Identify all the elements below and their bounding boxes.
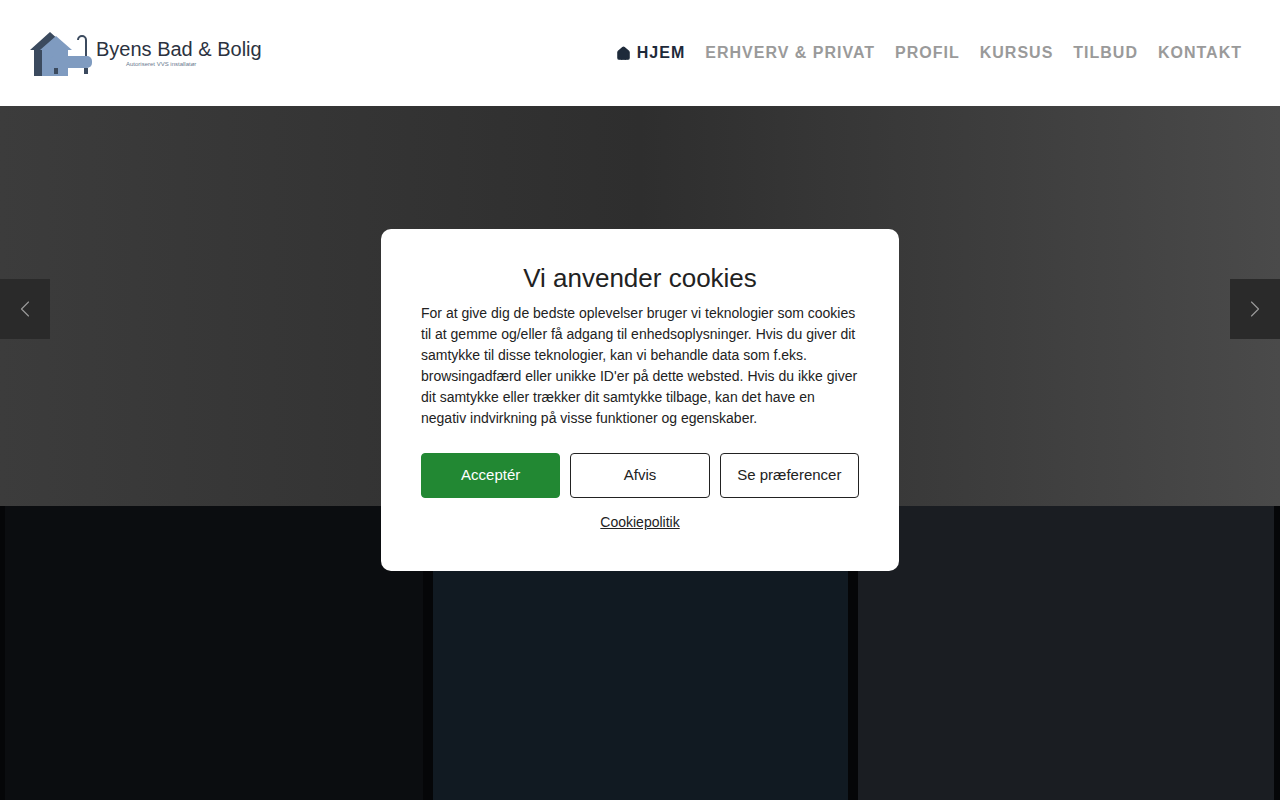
cookie-dialog: Vi anvender cookies For at give dig de be… [381, 229, 899, 571]
page: Byens Bad & Bolig Autoriseret VVS install… [0, 0, 1280, 800]
feature-panel [5, 506, 423, 800]
nav-item[interactable]: KONTAKT [1158, 41, 1242, 65]
cookie-title: Vi anvender cookies [421, 261, 859, 295]
home-icon [616, 46, 631, 61]
prev-slide-button[interactable] [0, 279, 50, 339]
next-slide-button[interactable] [1230, 279, 1280, 339]
cookie-overlay: Vi anvender cookies For at give dig de be… [0, 0, 1280, 800]
cookie-policy-link[interactable]: Cookiepolitik [600, 512, 679, 533]
cookie-body: For at give dig de bedste oplevelser bru… [421, 303, 859, 429]
cookie-button[interactable]: Se præferencer [720, 453, 859, 498]
logo-icon [28, 28, 94, 78]
header: Byens Bad & Bolig Autoriseret VVS install… [0, 0, 1280, 106]
cookie-button[interactable]: Acceptér [421, 453, 560, 498]
nav-item[interactable]: PROFIL [895, 41, 960, 65]
cookie-button[interactable]: Afvis [570, 453, 709, 498]
nav-item[interactable]: HJEM [616, 41, 685, 65]
nav-item[interactable]: KURSUS [980, 41, 1054, 65]
chevron-left-icon [11, 295, 39, 323]
logo[interactable]: Byens Bad & Bolig Autoriseret VVS install… [28, 28, 262, 78]
main-nav: HJEM ERHVERV & PRIVAT PROFIL KURSUS TILBUD KO… [616, 41, 1242, 65]
logo-subtitle: Autoriseret VVS installatør [96, 61, 262, 67]
nav-item[interactable]: TILBUD [1073, 41, 1138, 65]
chevron-right-icon [1241, 295, 1269, 323]
logo-name: Byens Bad & Bolig [96, 39, 262, 59]
feature-panel [858, 506, 1274, 800]
cookie-buttons: AcceptérAfvisSe præferencer [421, 453, 859, 498]
nav-item[interactable]: ERHVERV & PRIVAT [705, 41, 875, 65]
